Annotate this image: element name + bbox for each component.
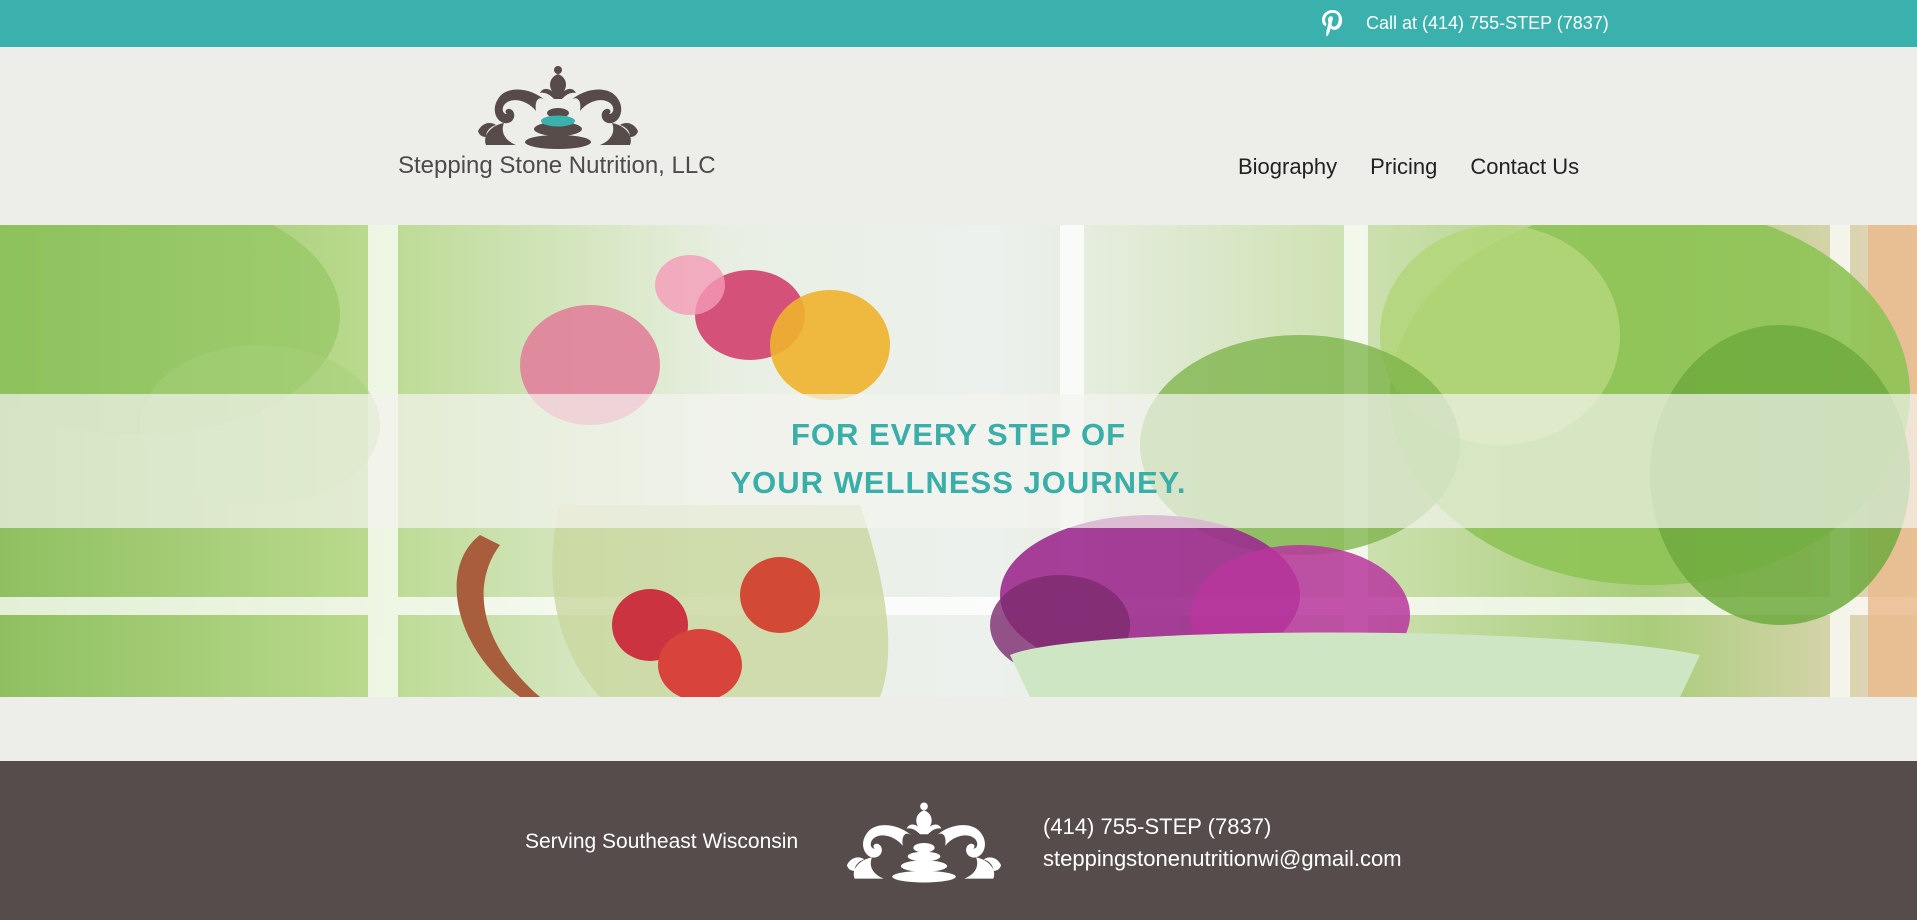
- hero-banner: FOR EVERY STEP OF YOUR WELLNESS JOURNEY.: [0, 225, 1917, 697]
- pinterest-icon[interactable]: [1318, 8, 1348, 38]
- call-phone-link[interactable]: Call at (414) 755-STEP (7837): [1366, 12, 1609, 34]
- site-header: [0, 47, 1917, 225]
- stacked-stones-ornament-icon[interactable]: [476, 65, 640, 149]
- footer-email-link[interactable]: steppingstonenutritionwi@gmail.com: [1043, 846, 1402, 872]
- main-nav: Biography Pricing Contact Us: [1238, 154, 1579, 180]
- service-area-text: Serving Southeast Wisconsin: [525, 830, 799, 853]
- brand-name[interactable]: Stepping Stone Nutrition, LLC: [398, 152, 716, 180]
- nav-contact-us[interactable]: Contact Us: [1470, 154, 1579, 180]
- hero-tagline-line2: YOUR WELLNESS JOURNEY.: [730, 465, 1187, 500]
- nav-biography[interactable]: Biography: [1238, 154, 1337, 180]
- hero-tagline-line1: FOR EVERY STEP OF: [790, 417, 1127, 452]
- top-bar: Call at (414) 755-STEP (7837): [0, 0, 1917, 47]
- stacked-stones-ornament-icon: [846, 802, 1002, 883]
- tagline-band: [0, 394, 1917, 528]
- nav-pricing[interactable]: Pricing: [1370, 154, 1437, 180]
- footer-phone-link[interactable]: (414) 755-STEP (7837): [1043, 814, 1271, 840]
